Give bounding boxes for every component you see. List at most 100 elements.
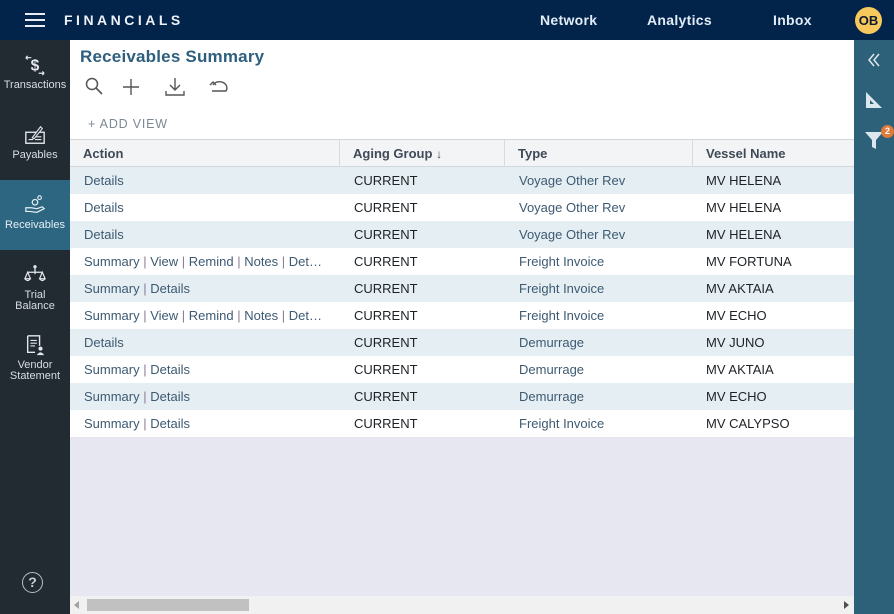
action-link-details[interactable]: Details bbox=[84, 200, 124, 215]
column-label: Aging Group bbox=[353, 146, 433, 161]
action-link-summary[interactable]: Summary bbox=[84, 254, 140, 269]
aging-group-cell: CURRENT bbox=[354, 308, 418, 323]
sidebar-item-payables[interactable]: Payables bbox=[0, 110, 70, 180]
action-link-remind[interactable]: Remind bbox=[189, 254, 234, 269]
action-link-details[interactable]: Details bbox=[150, 416, 190, 431]
type-cell: Demurrage bbox=[519, 335, 585, 350]
user-avatar[interactable]: OB bbox=[855, 7, 882, 34]
action-cell: Summary | Details bbox=[84, 356, 324, 383]
vessel-name-cell: MV HELENA bbox=[706, 227, 782, 242]
aging-group-cell: CURRENT bbox=[354, 362, 418, 377]
action-separator: | bbox=[139, 281, 151, 296]
action-link-summary[interactable]: Summary bbox=[84, 416, 140, 431]
svg-text:$: $ bbox=[31, 58, 40, 75]
type-cell: Freight Invoice bbox=[519, 416, 605, 431]
help-icon[interactable]: ? bbox=[22, 572, 43, 593]
undo-icon[interactable] bbox=[208, 76, 230, 98]
nav-analytics[interactable]: Analytics bbox=[647, 12, 712, 28]
type-cell: Demurrage bbox=[519, 362, 585, 377]
set-square-ruler-icon[interactable] bbox=[864, 90, 884, 110]
table-row: Summary | Details CURRENT Freight Invoice M… bbox=[70, 410, 854, 437]
right-toolbar: 2 bbox=[854, 40, 894, 614]
action-link-summary[interactable]: Summary bbox=[84, 308, 140, 323]
action-separator: | bbox=[278, 254, 289, 269]
filter-count-badge: 2 bbox=[881, 125, 894, 138]
table-row: Summary | Details CURRENT Demurrage MV AKTA… bbox=[70, 356, 854, 383]
action-cell: Details bbox=[84, 167, 324, 194]
type-cell: Voyage Other Rev bbox=[519, 200, 626, 215]
check-sign-icon bbox=[25, 125, 45, 144]
nav-inbox[interactable]: Inbox bbox=[773, 12, 812, 28]
search-icon[interactable] bbox=[84, 76, 106, 98]
table-row: Summary | Details CURRENT Demurrage MV ECHO bbox=[70, 383, 854, 410]
action-link-notes[interactable]: Notes bbox=[244, 308, 278, 323]
scrollbar-thumb[interactable] bbox=[87, 599, 249, 611]
table-row: Summary | View | Remind | Notes | Det… CU… bbox=[70, 302, 854, 329]
column-header-aging-group[interactable]: Aging Group ↓ bbox=[340, 140, 505, 167]
action-cell: Details bbox=[84, 221, 324, 248]
sidebar-label: Vendor Statement bbox=[9, 359, 61, 382]
vessel-name-cell: MV ECHO bbox=[706, 389, 767, 404]
add-icon[interactable] bbox=[120, 76, 142, 98]
aging-group-cell: CURRENT bbox=[354, 200, 418, 215]
vessel-name-cell: MV HELENA bbox=[706, 173, 782, 188]
sidebar: $ Transactions Payables Receivables Tria… bbox=[0, 40, 70, 614]
action-link-details[interactable]: Details bbox=[84, 227, 124, 242]
table-row: Summary | View | Remind | Notes | Det… CU… bbox=[70, 248, 854, 275]
action-link-details[interactable]: Details bbox=[84, 173, 124, 188]
action-link-details[interactable]: Details bbox=[150, 362, 190, 377]
add-view-button[interactable]: + ADD VIEW bbox=[88, 117, 168, 131]
action-cell: Summary | Details bbox=[84, 275, 324, 302]
action-link-det[interactable]: Det… bbox=[289, 308, 322, 323]
table-row: Details CURRENT Voyage Other Rev MV HELENA bbox=[70, 167, 854, 194]
action-separator: | bbox=[278, 308, 289, 323]
aging-group-cell: CURRENT bbox=[354, 389, 418, 404]
sidebar-item-transactions[interactable]: $ Transactions bbox=[0, 40, 70, 110]
action-link-remind[interactable]: Remind bbox=[189, 308, 234, 323]
scroll-right-arrow-icon[interactable] bbox=[844, 601, 849, 609]
scroll-left-arrow-icon[interactable] bbox=[74, 601, 79, 609]
action-link-summary[interactable]: Summary bbox=[84, 281, 140, 296]
action-link-notes[interactable]: Notes bbox=[244, 254, 278, 269]
type-cell: Freight Invoice bbox=[519, 308, 605, 323]
column-label: Action bbox=[83, 146, 124, 161]
action-link-summary[interactable]: Summary bbox=[84, 362, 140, 377]
action-separator: | bbox=[178, 254, 189, 269]
dollar-transfer-icon: $ bbox=[25, 55, 45, 76]
action-separator: | bbox=[178, 308, 189, 323]
action-separator: | bbox=[139, 362, 151, 377]
sidebar-label: Receivables bbox=[5, 219, 65, 231]
action-link-view[interactable]: View bbox=[150, 254, 178, 269]
action-cell: Details bbox=[84, 329, 324, 356]
action-link-det[interactable]: Det… bbox=[289, 254, 322, 269]
action-link-details[interactable]: Details bbox=[150, 389, 190, 404]
column-header-action[interactable]: Action bbox=[70, 140, 340, 167]
collapse-double-chevron-icon[interactable] bbox=[864, 50, 884, 70]
sidebar-item-vendor-statement[interactable]: Vendor Statement bbox=[0, 320, 70, 390]
receivables-table: Action Aging Group ↓ Type Vessel Name De… bbox=[70, 139, 854, 437]
sidebar-label: Trial Balance bbox=[15, 289, 55, 312]
nav-network[interactable]: Network bbox=[540, 12, 597, 28]
sidebar-item-trial-balance[interactable]: Trial Balance bbox=[0, 250, 70, 320]
action-cell: Summary | Details bbox=[84, 383, 324, 410]
column-label: Vessel Name bbox=[706, 146, 786, 161]
top-bar: FINANCIALS Network Analytics Inbox OB bbox=[0, 0, 894, 40]
aging-group-cell: CURRENT bbox=[354, 281, 418, 296]
sort-desc-icon: ↓ bbox=[436, 147, 443, 161]
column-header-vessel-name[interactable]: Vessel Name bbox=[693, 140, 854, 167]
sidebar-label: Transactions bbox=[3, 79, 67, 91]
action-cell: Details bbox=[84, 194, 324, 221]
table-row: Details CURRENT Voyage Other Rev MV HELENA bbox=[70, 221, 854, 248]
action-link-summary[interactable]: Summary bbox=[84, 389, 140, 404]
sidebar-item-receivables[interactable]: Receivables bbox=[0, 180, 70, 250]
horizontal-scrollbar[interactable] bbox=[70, 596, 854, 614]
column-header-type[interactable]: Type bbox=[505, 140, 693, 167]
table-row: Details CURRENT Demurrage MV JUNO bbox=[70, 329, 854, 356]
hamburger-menu-icon[interactable] bbox=[25, 13, 45, 27]
action-separator: | bbox=[139, 254, 151, 269]
page-title: Receivables Summary bbox=[80, 47, 265, 66]
action-link-details[interactable]: Details bbox=[150, 281, 190, 296]
action-link-details[interactable]: Details bbox=[84, 335, 124, 350]
action-link-view[interactable]: View bbox=[150, 308, 178, 323]
download-icon[interactable] bbox=[164, 76, 186, 98]
